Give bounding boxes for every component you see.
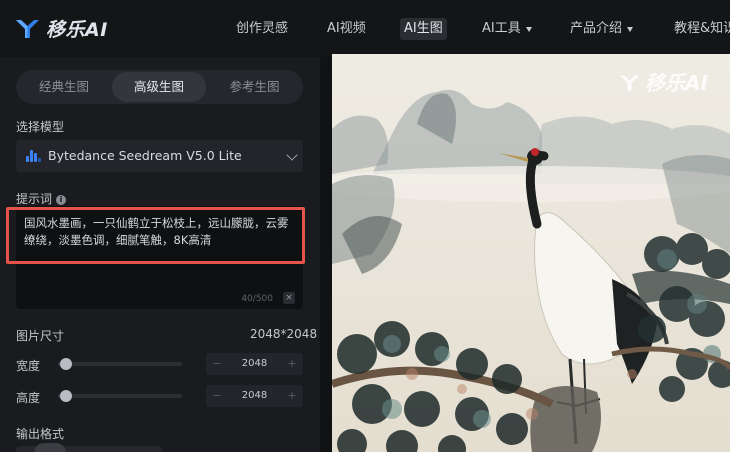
- mode-segmented-control: 经典生图 高级生图 参考生图: [16, 70, 303, 104]
- chevron-down-icon: [286, 149, 298, 161]
- watermark-logo-icon: [619, 74, 640, 90]
- artwork-watermark: 移乐AI: [618, 67, 708, 96]
- nav-item-ai-tools[interactable]: AI工具: [482, 18, 532, 40]
- tab-advanced[interactable]: 高级生图: [112, 72, 206, 102]
- height-stepper: − 2048 +: [206, 385, 303, 407]
- height-slider-handle[interactable]: [60, 390, 72, 402]
- prompt-highlight-frame: [6, 207, 305, 264]
- info-icon[interactable]: i: [56, 195, 67, 205]
- panel-divider: [320, 57, 332, 452]
- tab-classic[interactable]: 经典生图: [18, 72, 110, 102]
- height-input[interactable]: 2048: [224, 385, 285, 407]
- nav-item-tutorials[interactable]: 教程&知识: [674, 18, 730, 40]
- tab-reference[interactable]: 参考生图: [208, 72, 301, 102]
- width-slider[interactable]: [58, 358, 182, 370]
- caret-down-icon: [525, 26, 532, 32]
- height-decrement-button[interactable]: −: [210, 385, 224, 407]
- width-decrement-button[interactable]: −: [210, 353, 224, 375]
- main-nav: 创作灵感 AI视频 AI生图 AI工具 产品介绍 教程&知识: [0, 18, 730, 40]
- nav-item-products[interactable]: 产品介绍: [570, 18, 634, 40]
- height-slider[interactable]: [58, 390, 182, 402]
- nav-item-ai-image[interactable]: AI生图: [400, 18, 447, 40]
- output-format-handle[interactable]: [34, 443, 66, 452]
- width-stepper: − 2048 +: [206, 353, 303, 375]
- clear-prompt-button[interactable]: ×: [283, 292, 295, 304]
- watermark-text: 移乐AI: [645, 71, 708, 95]
- output-format-label: 输出格式: [16, 427, 65, 441]
- width-increment-button[interactable]: +: [285, 353, 299, 375]
- image-size-label: 图片尺寸: [16, 329, 65, 343]
- width-label: 宽度: [16, 359, 41, 373]
- caret-down-icon: [627, 26, 634, 32]
- nav-item-ai-video[interactable]: AI视频: [327, 18, 366, 40]
- prompt-label: 提示词 i: [16, 190, 67, 207]
- generated-image[interactable]: [332, 54, 730, 452]
- crane-painting: [332, 54, 730, 452]
- model-label: 选择模型: [16, 120, 65, 134]
- nav-item-inspiration[interactable]: 创作灵感: [236, 18, 288, 40]
- prompt-char-counter: 40/500: [241, 294, 273, 304]
- top-nav-bar: 移乐AI 创作灵感 AI视频 AI生图 AI工具 产品介绍 教程&知识: [0, 0, 730, 57]
- model-value: Bytedance Seedream V5.0 Lite: [48, 148, 242, 163]
- height-increment-button[interactable]: +: [285, 385, 299, 407]
- model-select[interactable]: Bytedance Seedream V5.0 Lite: [16, 140, 303, 172]
- width-slider-handle[interactable]: [60, 358, 72, 370]
- image-size-value: 2048*2048: [250, 327, 318, 341]
- width-input[interactable]: 2048: [224, 353, 285, 375]
- height-label: 高度: [16, 391, 41, 405]
- bar-chart-icon: [26, 150, 41, 162]
